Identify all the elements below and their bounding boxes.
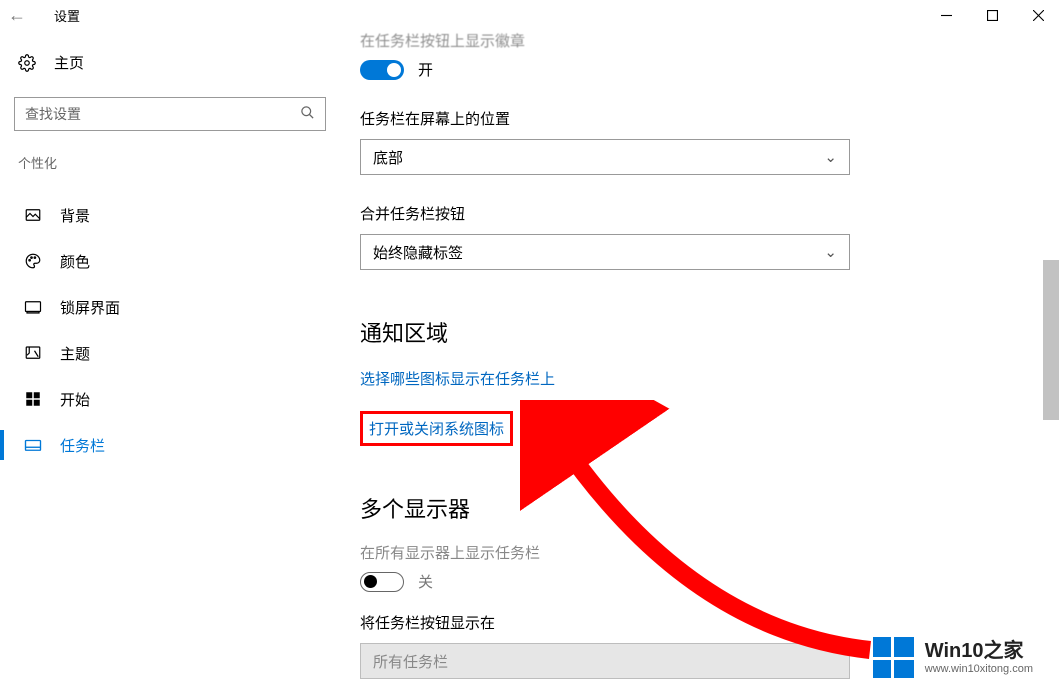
sidebar-item-label: 任务栏 [60, 435, 105, 456]
combo-combine-buttons[interactable]: 始终隐藏标签 ⌄ [360, 234, 850, 270]
title-bar: ← 设置 [0, 0, 1061, 30]
sidebar-item-colors[interactable]: 颜色 [14, 238, 340, 284]
sidebar-item-themes[interactable]: 主题 [14, 330, 340, 376]
sidebar-item-lockscreen[interactable]: 锁屏界面 [14, 284, 340, 330]
combo-value: 始终隐藏标签 [373, 242, 463, 263]
palette-icon [24, 252, 42, 270]
field-show-all-displays: 在所有显示器上显示任务栏 [360, 542, 881, 563]
link-select-icons[interactable]: 选择哪些图标显示在任务栏上 [360, 368, 555, 389]
sidebar-item-taskbar[interactable]: 任务栏 [14, 422, 340, 468]
field-taskbar-position: 任务栏在屏幕上的位置 [360, 108, 881, 129]
toggle-state-label: 开 [418, 59, 433, 80]
sidebar-item-label: 锁屏界面 [60, 297, 120, 318]
minimize-button[interactable] [923, 0, 969, 30]
window-title: 设置 [54, 6, 80, 25]
windows-logo-icon [873, 637, 915, 679]
theme-icon [24, 344, 42, 362]
back-icon[interactable]: ← [8, 5, 26, 26]
combo-value: 底部 [373, 147, 403, 168]
lockscreen-icon [24, 298, 42, 316]
combo-value: 所有任务栏 [373, 651, 448, 672]
picture-icon [24, 206, 42, 224]
link-system-icons[interactable]: 打开或关闭系统图标 [360, 411, 513, 446]
close-button[interactable] [1015, 0, 1061, 30]
window-controls [923, 0, 1061, 30]
nav: 背景 颜色 锁屏界面 主题 开始 任务栏 [14, 192, 340, 468]
multi-display-toggle[interactable] [360, 572, 404, 592]
field-show-buttons-on: 将任务栏按钮显示在 [360, 612, 881, 633]
sidebar-item-label: 开始 [60, 389, 90, 410]
gear-icon [18, 54, 36, 72]
branding: Win10之家 www.win10xitong.com [873, 637, 1033, 679]
sidebar-item-label: 主题 [60, 343, 90, 364]
maximize-button[interactable] [969, 0, 1015, 30]
combo-taskbar-position[interactable]: 底部 ⌄ [360, 139, 850, 175]
field-combine-buttons: 合并任务栏按钮 [360, 203, 881, 224]
sidebar-item-start[interactable]: 开始 [14, 376, 340, 422]
sidebar-item-label: 颜色 [60, 251, 90, 272]
section-notification-area: 通知区域 [360, 316, 881, 348]
section-multiple-displays: 多个显示器 [360, 492, 881, 524]
search-icon [300, 105, 315, 123]
start-icon [24, 390, 42, 408]
combo-show-buttons-on: 所有任务栏 [360, 643, 850, 679]
badge-toggle[interactable] [360, 60, 404, 80]
home-label: 主页 [54, 52, 84, 73]
sidebar: 主页 查找设置 个性化 背景 颜色 锁屏界面 主题 [0, 30, 340, 697]
scrollbar-thumb[interactable] [1043, 260, 1059, 420]
search-input[interactable]: 查找设置 [14, 97, 326, 131]
brand-url: www.win10xitong.com [925, 663, 1033, 676]
toggle-state-label: 关 [418, 571, 433, 592]
home-link[interactable]: 主页 [14, 44, 340, 81]
content-area: 在任务栏按钮上显示徽章 开 任务栏在屏幕上的位置 底部 ⌄ 合并任务栏按钮 始终… [340, 30, 1061, 697]
chevron-down-icon: ⌄ [824, 148, 837, 166]
chevron-down-icon: ⌄ [824, 243, 837, 261]
sidebar-item-label: 背景 [60, 205, 90, 226]
taskbar-icon [24, 436, 42, 454]
brand-name: Win10之家 [925, 640, 1033, 663]
sidebar-item-background[interactable]: 背景 [14, 192, 340, 238]
search-placeholder: 查找设置 [25, 104, 81, 124]
category-label: 个性化 [14, 153, 340, 172]
scrollbar[interactable] [1043, 30, 1059, 693]
truncated-setting-label: 在任务栏按钮上显示徽章 [360, 30, 881, 51]
